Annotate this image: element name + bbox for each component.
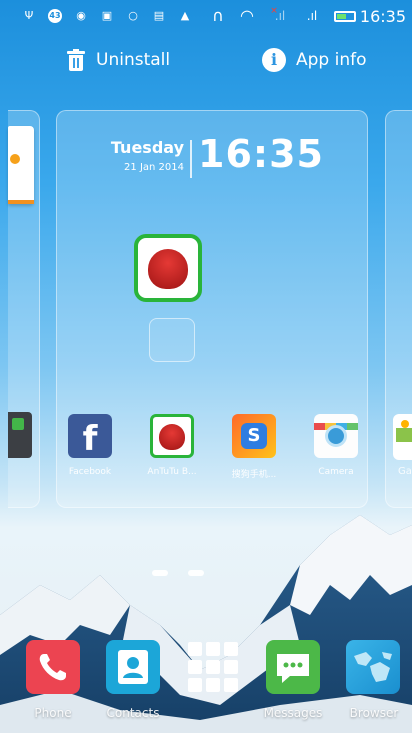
camera-label: Camera xyxy=(318,467,354,477)
notification-badge-icon: 43 xyxy=(48,9,62,23)
record-icon: ○ xyxy=(128,9,138,22)
app-info-button[interactable]: i App info xyxy=(262,44,367,76)
contacts-app-icon[interactable] xyxy=(106,640,160,694)
headset-icon: ∩ xyxy=(212,6,224,25)
left-settings-icon xyxy=(8,412,32,458)
page-indicator-1[interactable] xyxy=(152,570,168,576)
usb-icon: Ψ xyxy=(24,9,34,22)
uninstall-button[interactable]: Uninstall xyxy=(66,44,170,76)
sogou-icon: S xyxy=(241,423,267,449)
weather-widget xyxy=(8,126,34,204)
sun-icon xyxy=(10,154,20,164)
clock-divider xyxy=(190,140,192,178)
clock-time: 16:35 xyxy=(198,132,324,176)
sogou-label: 搜狗手机... xyxy=(231,470,277,480)
info-icon: i xyxy=(262,48,286,72)
facebook-app-icon[interactable]: f xyxy=(68,414,112,459)
page-indicator-2[interactable] xyxy=(188,570,204,576)
status-bar: Ψ 43 ◉ ▣ ○ ▤ ▲ ∩ ◠ .ıl × .ıl 16:35 xyxy=(0,0,412,36)
messages-icon xyxy=(277,654,309,683)
app-drawer-button[interactable] xyxy=(186,640,240,694)
antutu-notify-icon: ▲ xyxy=(180,9,190,22)
phone-label: Phone xyxy=(34,706,72,720)
messages-app-icon[interactable] xyxy=(266,640,320,694)
antutu-icon xyxy=(159,423,185,450)
browser-label: Browser xyxy=(349,706,399,720)
mountain-wallpaper xyxy=(0,515,412,733)
clock-day: Tuesday xyxy=(110,138,184,157)
phone-app-icon[interactable] xyxy=(26,640,80,694)
signal-2-icon: .ıl xyxy=(306,9,318,23)
antutu-icon xyxy=(148,249,188,290)
chrome-icon: ◉ xyxy=(76,9,86,22)
antutu-label: AnTuTu B... xyxy=(147,467,197,477)
sogou-app-icon[interactable]: S xyxy=(232,414,276,458)
phone-icon xyxy=(39,654,66,681)
dragged-antutu-icon[interactable] xyxy=(134,234,202,302)
facebook-label: Facebook xyxy=(68,467,112,477)
lock-icon: ▤ xyxy=(153,9,165,22)
contacts-icon xyxy=(118,650,148,684)
status-time: 16:35 xyxy=(359,7,406,26)
wifi-icon: ◠ xyxy=(240,6,254,25)
battery-icon xyxy=(334,11,356,22)
clock-date: 21 Jan 2014 xyxy=(124,162,184,173)
antutu-app-icon[interactable] xyxy=(150,414,194,458)
right-app-label: Ga xyxy=(398,466,412,477)
messages-label: Messages xyxy=(263,706,323,720)
gallery-icon: ▣ xyxy=(101,9,113,22)
camera-app-icon[interactable] xyxy=(314,414,358,458)
gallery-app-icon xyxy=(393,414,412,460)
drop-placeholder xyxy=(149,318,195,362)
uninstall-label: Uninstall xyxy=(96,50,171,70)
browser-app-icon[interactable] xyxy=(346,640,400,694)
app-info-label: App info xyxy=(296,50,367,70)
trash-icon xyxy=(66,49,86,71)
browser-icon xyxy=(354,652,392,682)
contacts-label: Contacts xyxy=(106,706,160,720)
no-signal-x-icon: × xyxy=(270,6,278,16)
camera-icon xyxy=(325,425,347,447)
